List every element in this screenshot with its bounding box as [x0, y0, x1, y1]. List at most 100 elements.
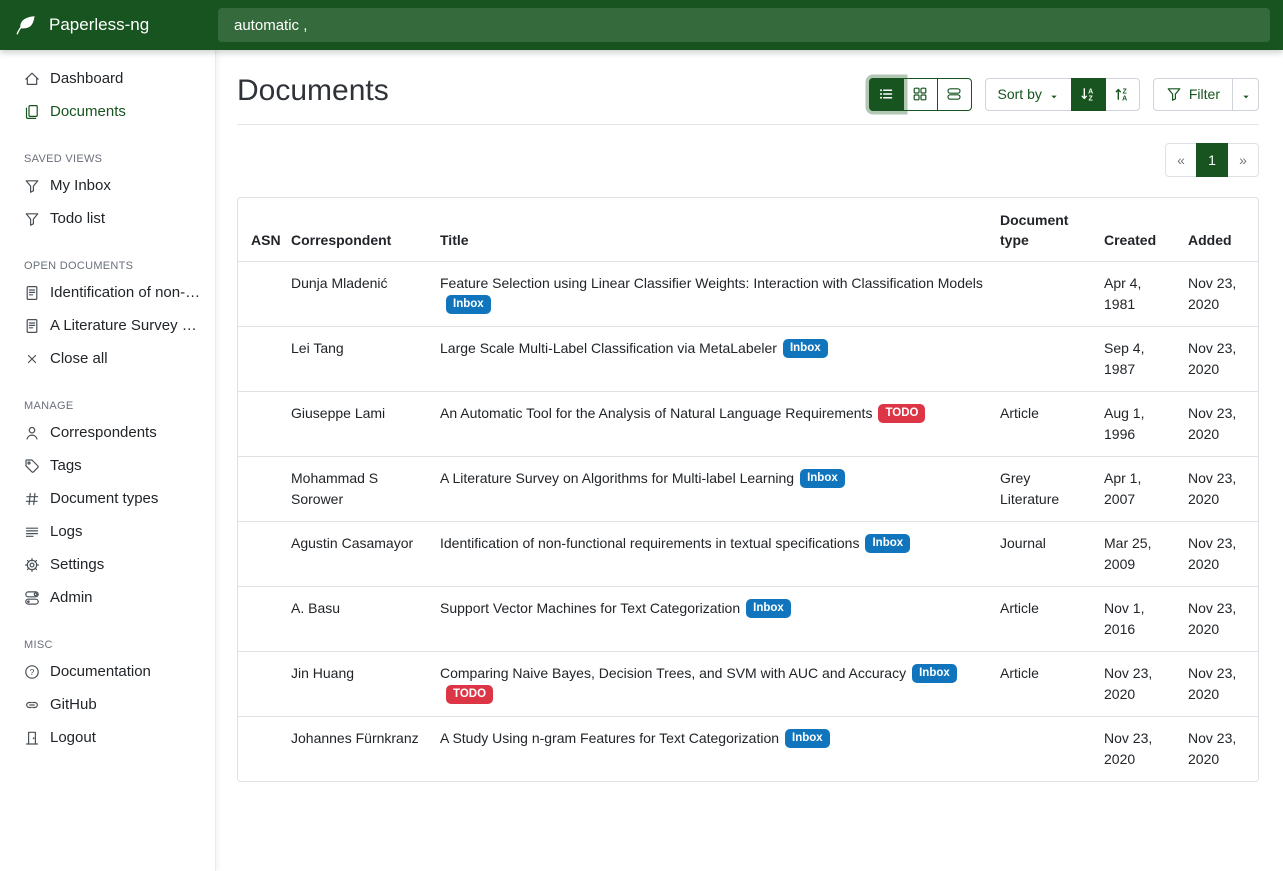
column-header-asn[interactable]: ASN — [238, 198, 283, 261]
added-cell: Nov 23, 2020 — [1180, 586, 1258, 651]
document-title-link[interactable]: Support Vector Machines for Text Categor… — [440, 600, 740, 616]
document-type-cell[interactable]: Journal — [992, 521, 1096, 586]
sidebar-item-logs[interactable]: Logs — [0, 515, 215, 548]
correspondent-link[interactable]: Agustin Casamayor — [291, 535, 413, 551]
sort-by-label: Sort by — [998, 86, 1042, 102]
list-view-button[interactable] — [869, 78, 904, 111]
caret-down-icon — [1241, 89, 1251, 99]
document-type-cell[interactable] — [992, 716, 1096, 781]
document-type-cell[interactable] — [992, 326, 1096, 391]
app-brand[interactable]: Paperless-ng — [0, 0, 216, 50]
tag-badge-inbox[interactable]: Inbox — [800, 469, 845, 489]
sidebar-item-label: Settings — [50, 556, 104, 573]
sidebar-item-correspondents[interactable]: Correspondents — [0, 416, 215, 449]
table-row: A. Basu Support Vector Machines for Text … — [238, 586, 1258, 651]
filter-dropdown-button[interactable] — [1232, 78, 1259, 111]
tag-badge-todo[interactable]: TODO — [446, 685, 493, 705]
tag-badge-inbox[interactable]: Inbox — [746, 599, 791, 619]
tag-badge-inbox[interactable]: Inbox — [865, 534, 910, 554]
lines-icon — [24, 524, 40, 540]
cards-view-button[interactable] — [937, 78, 972, 111]
sidebar-item-logout[interactable]: Logout — [0, 721, 215, 754]
search-input[interactable] — [218, 8, 1270, 42]
sidebar-item-label: Document types — [50, 490, 158, 507]
document-type-cell[interactable] — [992, 261, 1096, 326]
document-type-cell[interactable]: Article — [992, 391, 1096, 456]
column-header-document-type[interactable]: Document type — [992, 198, 1096, 261]
column-header-added[interactable]: Added — [1180, 198, 1258, 261]
pagination-page-1-button[interactable]: 1 — [1196, 143, 1228, 177]
sidebar-item-a-literature-survey-on[interactable]: A Literature Survey on ... — [0, 309, 215, 342]
table-row: Giuseppe Lami An Automatic Tool for the A… — [238, 391, 1258, 456]
link-icon — [24, 697, 40, 713]
pagination-prev-button[interactable]: « — [1165, 143, 1197, 177]
sidebar-item-documents[interactable]: Documents — [0, 95, 215, 128]
sidebar-section-open-documents: OPEN DOCUMENTS — [0, 260, 215, 272]
document-title-link[interactable]: A Literature Survey on Algorithms for Mu… — [440, 470, 794, 486]
table-row: Agustin Casamayor Identification of non-f… — [238, 521, 1258, 586]
document-type-cell[interactable]: Article — [992, 651, 1096, 716]
column-header-created[interactable]: Created — [1096, 198, 1180, 261]
door-icon — [24, 730, 40, 746]
correspondent-link[interactable]: Mohammad S Sorower — [291, 470, 378, 507]
sidebar-item-dashboard[interactable]: Dashboard — [0, 62, 215, 95]
documents-table: ASN Correspondent Title Document type Cr… — [238, 198, 1258, 781]
main-content: Documents Sort by — [216, 50, 1283, 871]
grid-view-button[interactable] — [903, 78, 938, 111]
pagination-next-button[interactable]: » — [1227, 143, 1259, 177]
sidebar-item-admin[interactable]: Admin — [0, 581, 215, 614]
correspondent-link[interactable]: Giuseppe Lami — [291, 405, 385, 421]
document-title-link[interactable]: An Automatic Tool for the Analysis of Na… — [440, 405, 872, 421]
sidebar-item-document-types[interactable]: Document types — [0, 482, 215, 515]
sort-descending-button[interactable]: ZA — [1105, 78, 1140, 111]
created-cell: Nov 23, 2020 — [1096, 651, 1180, 716]
sidebar-item-identification-of-non-fu[interactable]: Identification of non-fu... — [0, 276, 215, 309]
table-header-row: ASN Correspondent Title Document type Cr… — [238, 198, 1258, 261]
column-header-correspondent[interactable]: Correspondent — [283, 198, 432, 261]
sidebar-item-label: Correspondents — [50, 424, 157, 441]
column-header-title[interactable]: Title — [432, 198, 992, 261]
filter-group: Filter — [1153, 78, 1259, 111]
table-row: Lei Tang Large Scale Multi-Label Classifi… — [238, 326, 1258, 391]
sidebar-item-tags[interactable]: Tags — [0, 449, 215, 482]
correspondent-link[interactable]: A. Basu — [291, 600, 340, 616]
added-cell: Nov 23, 2020 — [1180, 261, 1258, 326]
document-title-link[interactable]: Comparing Naive Bayes, Decision Trees, a… — [440, 665, 906, 681]
tag-badge-inbox[interactable]: Inbox — [785, 729, 830, 749]
sort-ascending-button[interactable]: AZ — [1071, 78, 1106, 111]
sidebar-item-my-inbox[interactable]: My Inbox — [0, 169, 215, 202]
tag-badge-inbox[interactable]: Inbox — [912, 664, 957, 684]
sidebar-item-label: Todo list — [50, 210, 105, 227]
correspondent-link[interactable]: Johannes Fürnkranz — [291, 730, 419, 746]
cards-view-icon — [946, 86, 962, 102]
documents-table-card: ASN Correspondent Title Document type Cr… — [237, 197, 1259, 782]
document-title-link[interactable]: A Study Using n-gram Features for Text C… — [440, 730, 779, 746]
document-type-cell[interactable]: Grey Literature — [992, 456, 1096, 521]
document-title-link[interactable]: Identification of non-functional require… — [440, 535, 859, 551]
sidebar-item-github[interactable]: GitHub — [0, 688, 215, 721]
asn-cell — [238, 586, 283, 651]
toggles-icon — [24, 590, 40, 606]
tag-badge-inbox[interactable]: Inbox — [446, 295, 491, 315]
sidebar-item-settings[interactable]: Settings — [0, 548, 215, 581]
svg-text:?: ? — [30, 666, 35, 676]
correspondent-link[interactable]: Lei Tang — [291, 340, 344, 356]
correspondent-link[interactable]: Dunja Mladenić — [291, 275, 388, 291]
sort-by-button[interactable]: Sort by — [985, 78, 1072, 111]
filter-button[interactable]: Filter — [1153, 78, 1233, 111]
tag-badge-inbox[interactable]: Inbox — [783, 339, 828, 359]
tag-badge-todo[interactable]: TODO — [878, 404, 925, 424]
svg-text:Z: Z — [1123, 88, 1128, 95]
sidebar-item-label: Logs — [50, 523, 83, 540]
document-title-link[interactable]: Feature Selection using Linear Classifie… — [440, 275, 983, 291]
sidebar-item-todo-list[interactable]: Todo list — [0, 202, 215, 235]
sidebar-item-documentation[interactable]: ?Documentation — [0, 655, 215, 688]
asn-cell — [238, 391, 283, 456]
document-type-cell[interactable]: Article — [992, 586, 1096, 651]
sidebar-item-close-all[interactable]: Close all — [0, 342, 215, 375]
document-title-link[interactable]: Large Scale Multi-Label Classification v… — [440, 340, 777, 356]
search-bar — [216, 0, 1283, 50]
correspondent-link[interactable]: Jin Huang — [291, 665, 354, 681]
created-cell: Apr 4, 1981 — [1096, 261, 1180, 326]
added-cell: Nov 23, 2020 — [1180, 651, 1258, 716]
